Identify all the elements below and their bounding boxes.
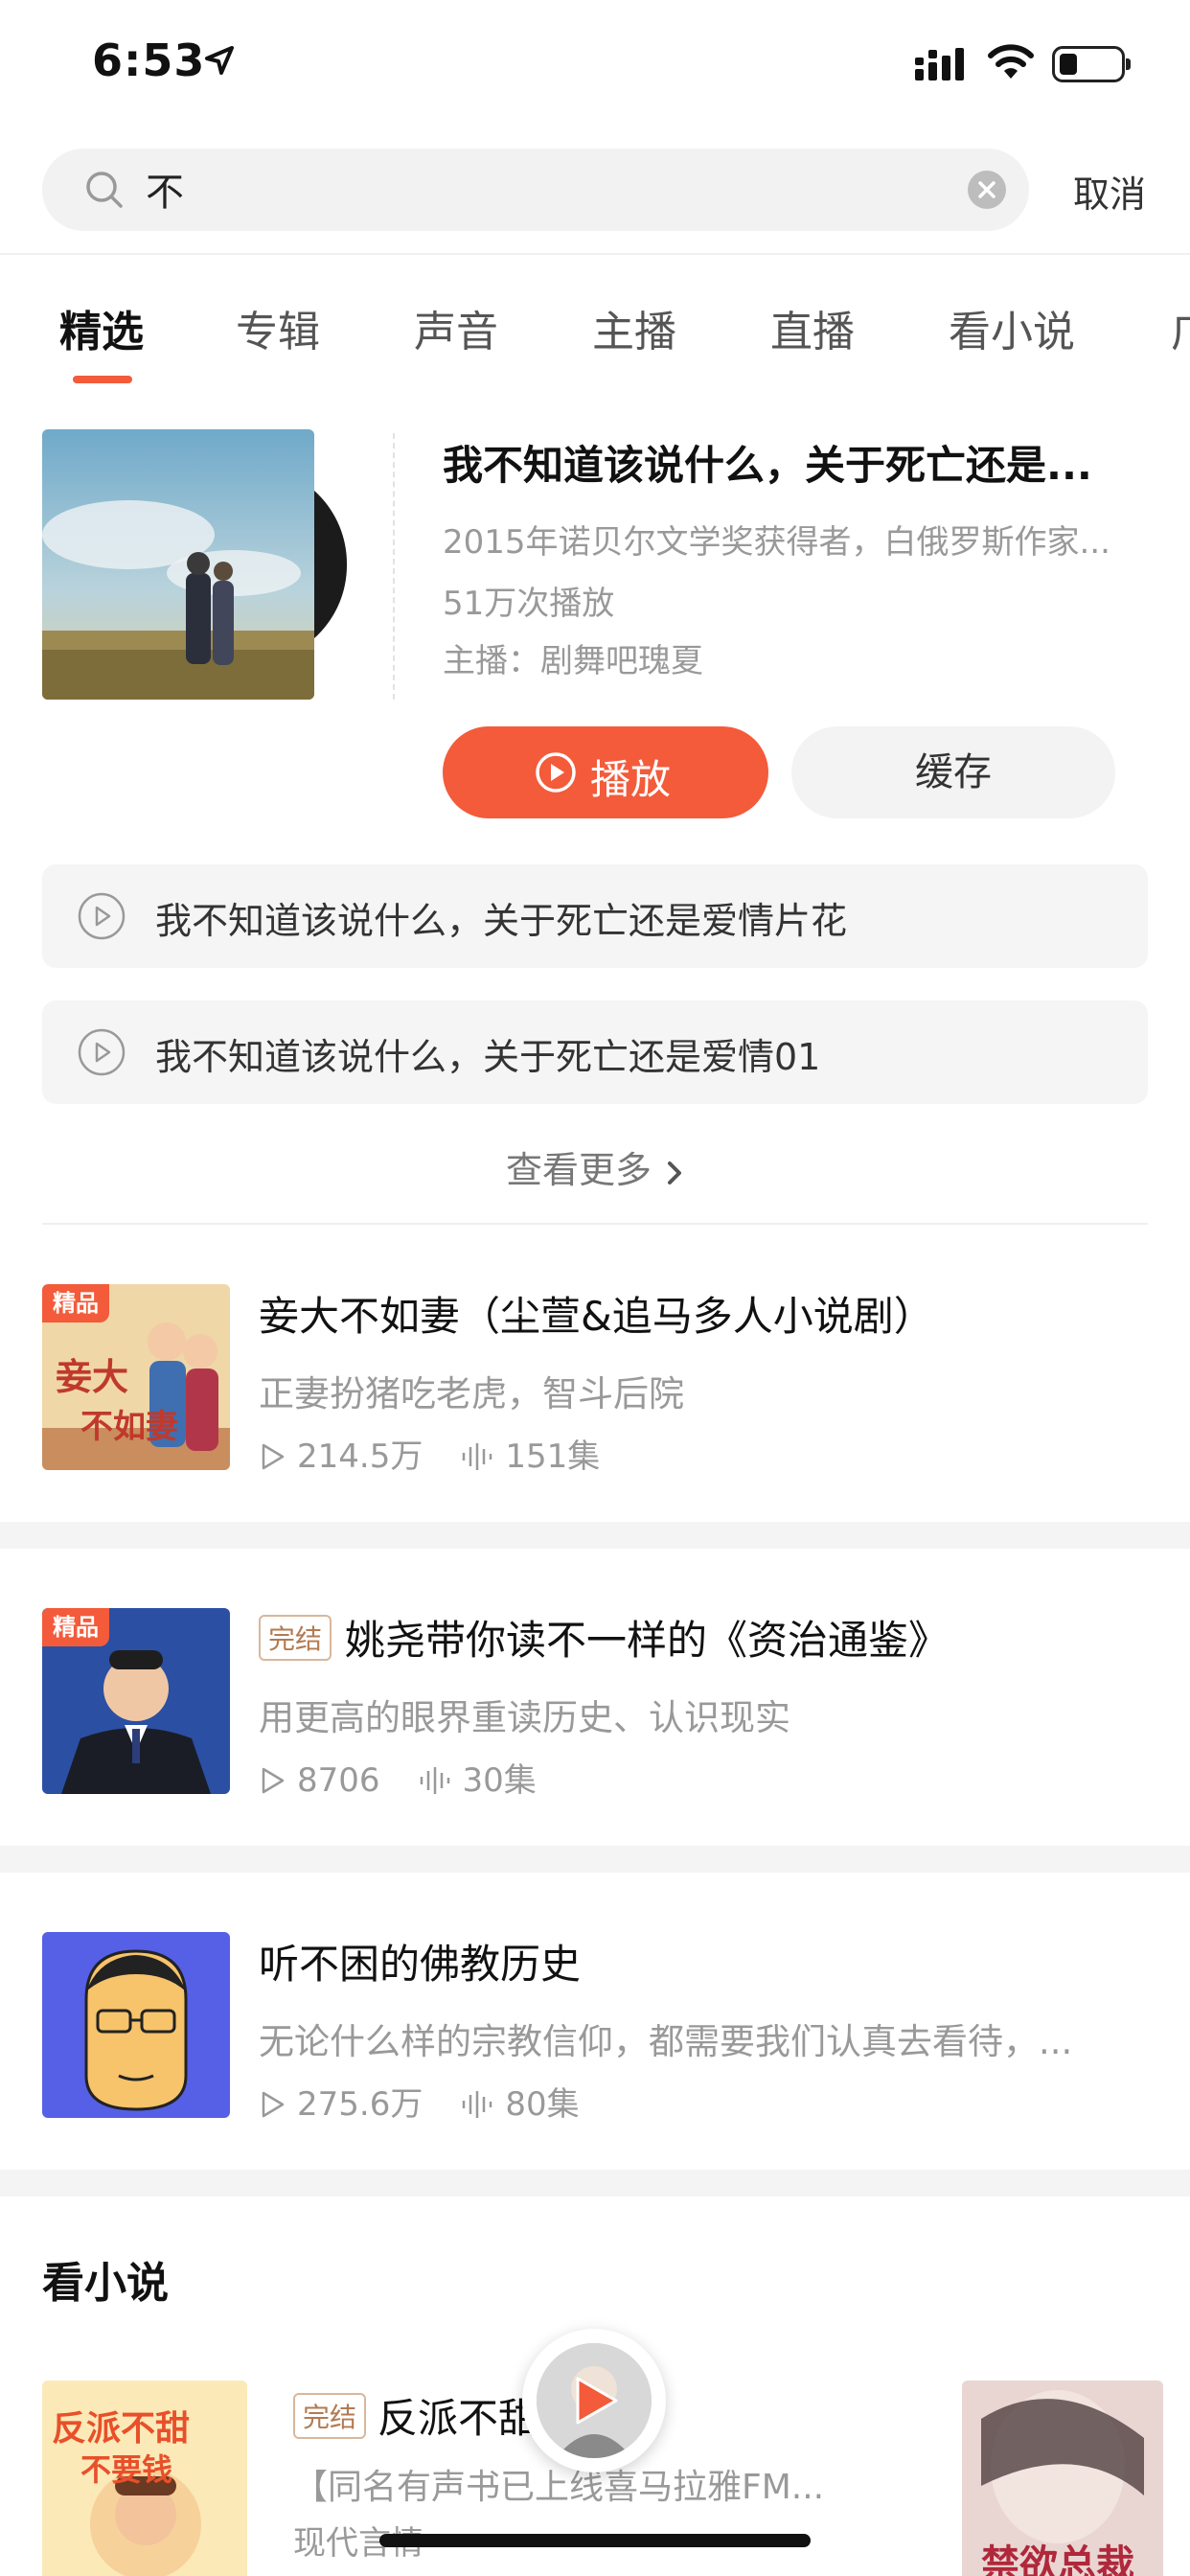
- mini-player-button[interactable]: [522, 2329, 666, 2472]
- featured-album-host[interactable]: 主播：剧舞吧瑰夏: [443, 634, 703, 681]
- play-circle-icon: [78, 1028, 126, 1076]
- episode-count: 151集: [505, 1438, 601, 1476]
- episode-row[interactable]: 我不知道该说什么，关于死亡还是爱情01: [42, 1000, 1148, 1104]
- episode-title: 我不知道该说什么，关于死亡还是爱情片花: [155, 900, 848, 942]
- header-divider: [0, 253, 1190, 255]
- clear-search-icon[interactable]: [968, 171, 1006, 209]
- novel-cover[interactable]: 反派不甜 不要钱: [42, 2380, 247, 2576]
- result-meta: 275.6万 80集: [259, 2078, 580, 2125]
- featured-album-title[interactable]: 我不知道该说什么，关于死亡还是...: [443, 433, 1147, 492]
- episode-count: 30集: [462, 1761, 537, 1800]
- result-description: 无论什么样的宗教信仰，都需要我们认真去看待，...: [259, 2021, 1073, 2062]
- featured-album-cover[interactable]: [42, 429, 314, 700]
- result-meta: 214.5万 151集: [259, 1430, 600, 1477]
- play-count-icon: [262, 1767, 285, 1794]
- wifi-icon: [988, 44, 1034, 79]
- play-label: 播放: [590, 756, 672, 803]
- cellular-signal-icon: [915, 48, 964, 80]
- section-gap: [0, 1522, 1190, 1549]
- tab-featured[interactable]: 精选: [59, 297, 144, 358]
- novel-description: 【同名有声书已上线喜马拉雅FM...: [293, 2468, 825, 2507]
- novel-title: 反派不甜: [378, 2395, 539, 2442]
- battery-level: [1060, 54, 1077, 75]
- play-count: 8706: [297, 1761, 380, 1800]
- result-description: 用更高的眼界重读历史、认识现实: [259, 1697, 790, 1738]
- result-item[interactable]: 妾大 不如妻 精品 妾大不如妻（尘萱&追马多人小说剧） 正妻扮猪吃老虎，智斗后院…: [0, 1284, 1190, 1476]
- see-more-link[interactable]: 查看更多: [0, 1140, 1190, 1193]
- section-divider: [42, 1223, 1148, 1225]
- novel-title-row[interactable]: 完结 反派不甜: [293, 2386, 538, 2445]
- tab-novels[interactable]: 看小说: [949, 297, 1075, 358]
- search-icon: [86, 172, 123, 208]
- home-indicator[interactable]: [379, 2534, 811, 2547]
- play-button[interactable]: 播放: [443, 726, 768, 818]
- chevron-right-icon: [668, 1161, 681, 1184]
- featured-album-description: 2015年诺贝尔文学奖获得者，白俄罗斯作家...: [443, 523, 1110, 562]
- episodes-waveform-icon: [420, 1767, 449, 1794]
- result-cover: 精品: [42, 1608, 230, 1794]
- result-description: 正妻扮猪吃老虎，智斗后院: [259, 1373, 684, 1414]
- album-cover-art: [42, 429, 314, 700]
- search-bar[interactable]: [42, 149, 1029, 231]
- result-title: 听不困的佛教历史: [259, 1941, 582, 1988]
- episode-row[interactable]: 我不知道该说什么，关于死亡还是爱情片花: [42, 864, 1148, 968]
- play-icon: [576, 2377, 618, 2425]
- play-circle-icon: [536, 752, 576, 793]
- result-cover-art: [42, 1932, 230, 2118]
- result-meta: 8706 30集: [259, 1754, 537, 1801]
- battery-icon: [1052, 46, 1131, 82]
- result-cover: 妾大 不如妻 精品: [42, 1284, 230, 1470]
- category-tabs: 精选 专辑 声音 主播 直播 看小说 广: [0, 288, 1190, 393]
- section-gap: [0, 1846, 1190, 1873]
- featured-album-plays: 51万次播放: [443, 585, 615, 623]
- episodes-waveform-icon: [463, 1443, 492, 1470]
- tab-live[interactable]: 直播: [770, 297, 855, 358]
- cache-button[interactable]: 缓存: [791, 726, 1115, 818]
- svg-text:不要钱: 不要钱: [80, 2451, 172, 2488]
- novel-cover[interactable]: 禁欲总裁: [962, 2380, 1163, 2576]
- premium-badge: 精品: [42, 1608, 109, 1646]
- novel-cover-art: 禁欲总裁: [962, 2380, 1163, 2576]
- tab-hosts[interactable]: 主播: [592, 297, 676, 358]
- play-circle-icon: [78, 892, 126, 940]
- play-count: 214.5万: [297, 1438, 423, 1476]
- location-arrow-icon: [205, 46, 234, 75]
- status-time: 6:53: [92, 34, 206, 86]
- result-item[interactable]: 听不困的佛教历史 无论什么样的宗教信仰，都需要我们认真去看待，... 275.6…: [0, 1932, 1190, 2124]
- result-title: 妾大不如妻（尘萱&追马多人小说剧）: [259, 1293, 934, 1340]
- status-bar: 6:53: [0, 0, 1190, 129]
- premium-badge: 精品: [42, 1284, 109, 1322]
- episodes-waveform-icon: [463, 2091, 492, 2118]
- tab-overflow[interactable]: 广: [1171, 297, 1190, 358]
- novels-section-title: 看小说: [42, 2259, 169, 2308]
- section-gap: [0, 2170, 1190, 2196]
- play-count-icon: [262, 1443, 285, 1470]
- see-more-label: 查看更多: [505, 1149, 652, 1191]
- svg-text:反派不甜: 反派不甜: [52, 2409, 190, 2449]
- completed-tag: 完结: [293, 2393, 367, 2439]
- album-separator: [393, 433, 395, 700]
- episode-count: 80集: [505, 2085, 580, 2124]
- cover-lettering: 妾大: [56, 1355, 128, 1398]
- cancel-button[interactable]: 取消: [1073, 165, 1146, 218]
- completed-tag: 完结: [259, 1615, 332, 1661]
- episode-title: 我不知道该说什么，关于死亡还是爱情01: [155, 1036, 821, 1078]
- svg-text:不如妻: 不如妻: [80, 1408, 178, 1446]
- search-input[interactable]: [146, 160, 970, 218]
- result-item[interactable]: 精品 完结 姚尧带你读不一样的《资治通鉴》 用更高的眼界重读历史、认识现实 870…: [0, 1608, 1190, 1800]
- result-cover: [42, 1932, 230, 2118]
- result-title-row: 完结 姚尧带你读不一样的《资治通鉴》: [259, 1608, 949, 1667]
- play-count-icon: [262, 2091, 285, 2118]
- play-count: 275.6万: [297, 2085, 423, 2124]
- novel-cover-art: 反派不甜 不要钱: [42, 2380, 247, 2576]
- active-tab-indicator: [73, 376, 132, 383]
- svg-text:禁欲总裁: 禁欲总裁: [981, 2542, 1134, 2576]
- tab-sounds[interactable]: 声音: [414, 297, 498, 358]
- tab-albums[interactable]: 专辑: [236, 297, 320, 358]
- result-title: 姚尧带你读不一样的《资治通鉴》: [345, 1617, 950, 1664]
